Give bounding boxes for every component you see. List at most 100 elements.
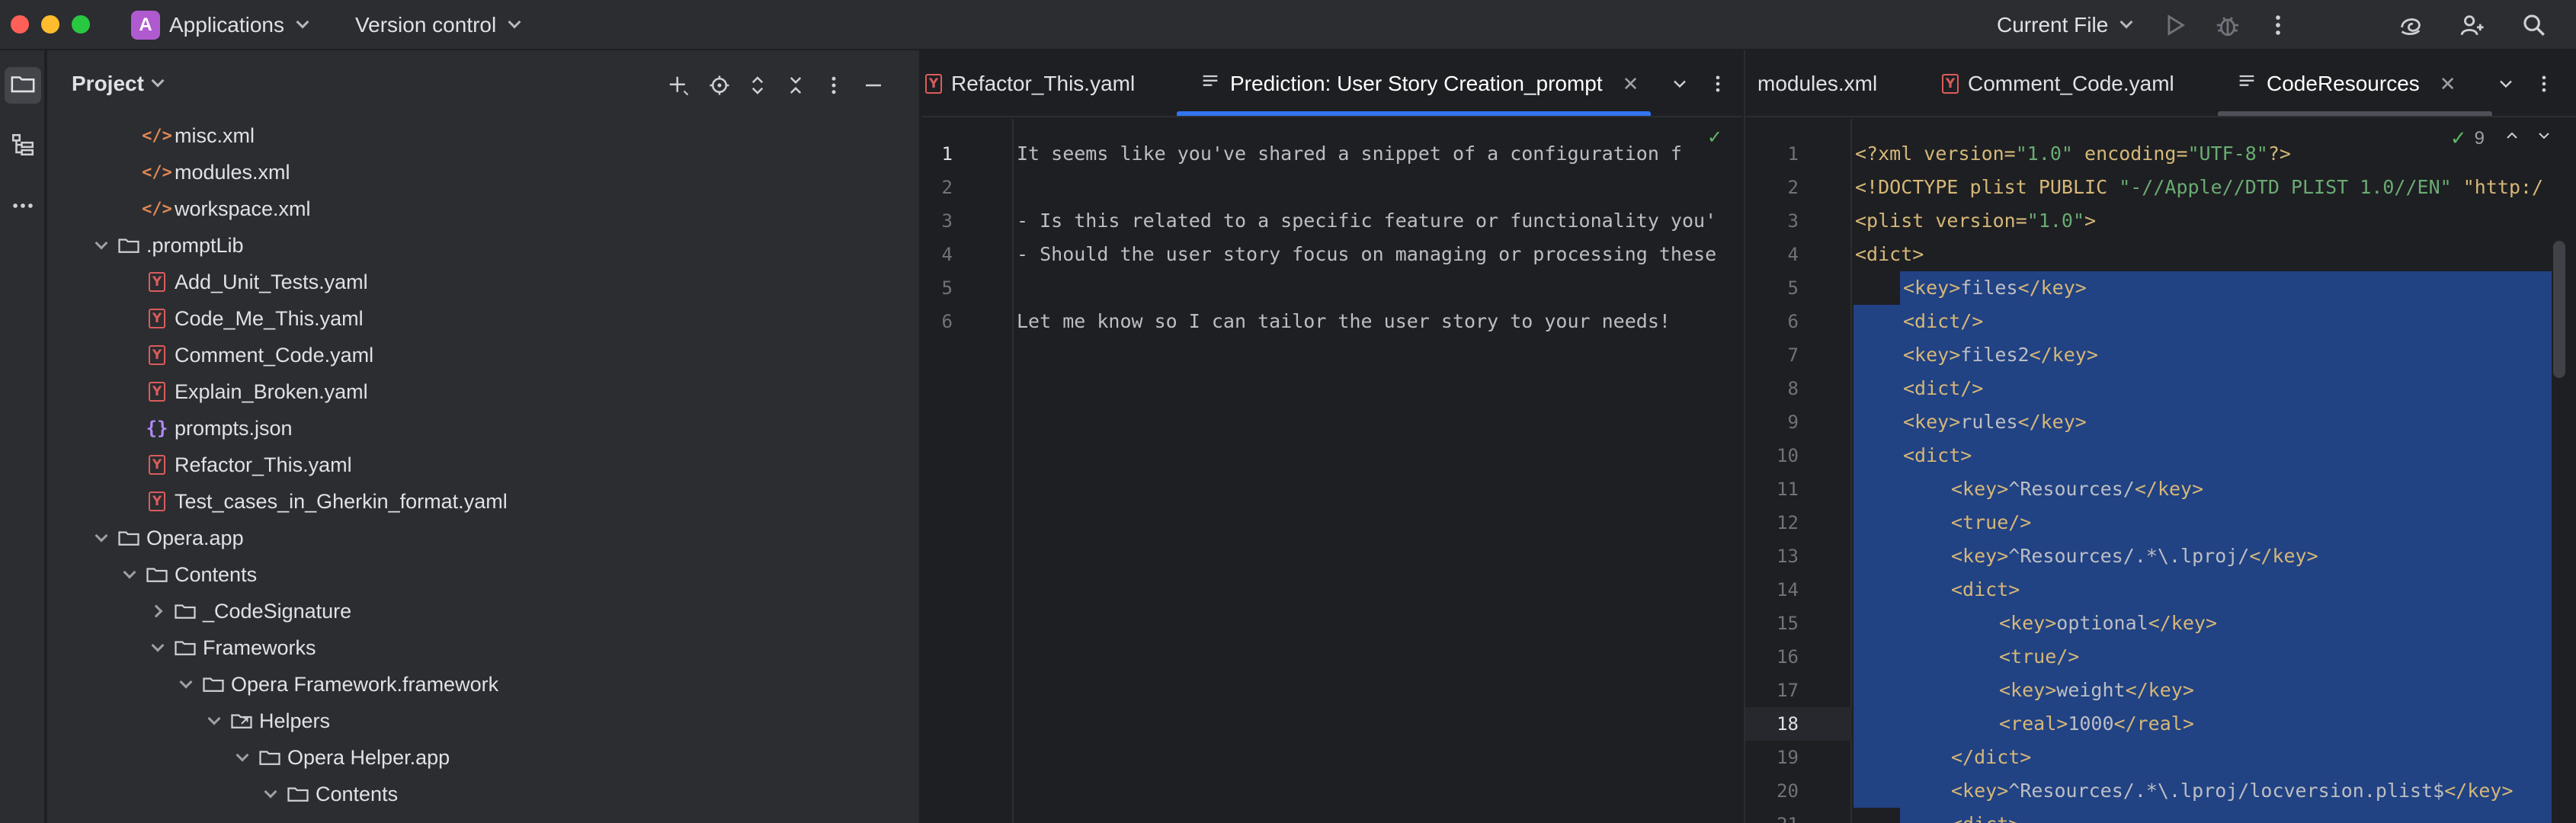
chevron-down-icon[interactable] <box>146 636 169 659</box>
add-user-icon[interactable] <box>2456 9 2488 41</box>
chevron-down-icon[interactable] <box>90 234 113 257</box>
tree-item-label: Opera Helper.app <box>287 745 450 769</box>
tab-list-chevron-icon[interactable] <box>2492 70 2520 98</box>
tree-folder[interactable]: Opera.app <box>90 520 244 556</box>
code-line: <dict> <box>1855 243 1924 265</box>
chevron-down-icon[interactable] <box>2535 126 2553 150</box>
tree-file[interactable]: </> modules.xml <box>118 154 290 191</box>
tree-file[interactable]: </> workspace.xml <box>118 191 310 227</box>
tree-file[interactable]: Y Explain_Broken.yaml <box>118 373 368 410</box>
code-line: <true/> <box>1951 511 2032 533</box>
line-number: 21 <box>1745 808 1799 823</box>
options-icon[interactable] <box>820 72 847 99</box>
project-switcher[interactable]: A Applications <box>131 0 309 50</box>
structure-tool-button[interactable] <box>5 128 41 165</box>
chevron-down-icon[interactable] <box>203 709 226 732</box>
check-icon: ✓ <box>2449 126 2467 149</box>
close-window-button[interactable] <box>11 15 29 34</box>
tree-folder[interactable]: _CodeSignature <box>146 593 351 629</box>
tree-file[interactable]: Y Refactor_This.yaml <box>118 447 352 483</box>
line-number: 17 <box>1777 680 1799 701</box>
code-line: <dict> <box>1951 808 2020 823</box>
tree-folder[interactable]: Opera Helper.app <box>231 739 450 776</box>
tree-folder[interactable]: Frameworks <box>146 629 316 666</box>
new-file-icon[interactable] <box>665 72 692 99</box>
line-number: 2 <box>1787 177 1799 198</box>
line-number: 1 <box>1787 143 1799 165</box>
folder-icon <box>146 563 168 586</box>
more-tools-button[interactable] <box>5 189 41 226</box>
tree-file[interactable]: Y Comment_Code.yaml <box>118 337 373 373</box>
chevron-down-icon[interactable] <box>90 527 113 549</box>
project-view-selector[interactable]: Project <box>72 72 165 96</box>
hide-panel-icon[interactable] <box>860 72 887 99</box>
title-bar: A Applications Version control Current F… <box>0 0 2576 50</box>
tree-item-label: Comment_Code.yaml <box>175 343 374 367</box>
project-tool-button[interactable] <box>5 67 41 104</box>
debug-icon[interactable] <box>2212 9 2244 41</box>
tree-folder[interactable]: .promptLib <box>90 227 244 264</box>
locate-file-icon[interactable] <box>706 72 733 99</box>
zoom-window-button[interactable] <box>72 15 90 34</box>
tab-label: Refactor_This.yaml <box>951 72 1136 95</box>
line-number: 1 <box>941 143 953 165</box>
tree-file[interactable]: Y Code_Me_This.yaml <box>118 300 364 337</box>
tree-file[interactable]: Y Add_Unit_Tests.yaml <box>118 264 368 300</box>
tree-item-label: .promptLib <box>146 233 244 257</box>
tree-file[interactable]: {} prompts.json <box>118 410 293 447</box>
code-line: <key>weight</key> <box>1999 679 2194 701</box>
run-config-label: Current File <box>1997 13 2109 37</box>
editor-pane-coderesources: modules.xml Y Comment_Code.yaml CodeReso… <box>1744 50 2576 823</box>
tab-prediction-user-story[interactable]: Prediction: User Story Creation_prompt ✕ <box>1200 50 1639 117</box>
run-config-selector[interactable]: Current File <box>1997 0 2133 50</box>
ai-assistant-icon[interactable] <box>2395 9 2427 41</box>
vertical-scrollbar[interactable] <box>2553 241 2565 378</box>
tab-coderesources[interactable]: CodeResources ✕ <box>2236 50 2456 117</box>
more-actions-icon[interactable] <box>2262 9 2294 41</box>
tab-modules-xml[interactable]: modules.xml <box>1757 50 1877 117</box>
folder-icon <box>117 527 140 549</box>
chevron-down-icon <box>151 74 165 88</box>
tree-item-label: Explain_Broken.yaml <box>175 379 368 403</box>
collapse-all-icon[interactable] <box>782 72 809 99</box>
inspection-widget[interactable]: ✓ 9 <box>2450 126 2553 150</box>
chevron-right-icon[interactable] <box>146 600 169 623</box>
close-icon[interactable]: ✕ <box>2440 72 2456 96</box>
vcs-menu[interactable]: Version control <box>355 0 521 50</box>
tree-folder[interactable]: Contents <box>259 776 398 812</box>
expand-all-icon[interactable] <box>744 72 771 99</box>
chevron-up-icon[interactable] <box>2503 126 2521 150</box>
tab-options-icon[interactable] <box>2530 70 2558 98</box>
line-number: 6 <box>941 311 953 332</box>
tab-list-chevron-icon[interactable] <box>1666 70 1693 98</box>
search-icon[interactable] <box>2518 9 2550 41</box>
line-number: 4 <box>941 244 953 265</box>
tree-file[interactable]: Y Test_cases_in_Gherkin_format.yaml <box>118 483 508 520</box>
tree-folder[interactable]: Opera Framework.framework <box>175 666 498 703</box>
tab-options-icon[interactable] <box>1704 70 1732 98</box>
chevron-down-icon[interactable] <box>118 563 141 586</box>
code-line: <key>files</key> <box>1903 277 2087 299</box>
tree-item-label: Frameworks <box>203 636 316 659</box>
chevron-down-icon[interactable] <box>259 783 282 805</box>
project-badge: A <box>131 11 160 40</box>
minimize-window-button[interactable] <box>41 15 59 34</box>
tree-file[interactable]: </> misc.xml <box>118 117 255 154</box>
chevron-down-icon[interactable] <box>175 673 197 696</box>
line-number: 9 <box>1787 412 1799 433</box>
chevron-down-icon[interactable] <box>231 746 254 769</box>
folder-icon <box>117 234 140 257</box>
tree-folder[interactable]: Helpers <box>203 703 330 739</box>
tab-comment-code[interactable]: Y Comment_Code.yaml <box>1942 50 2174 117</box>
code-line: <key>optional</key> <box>1999 612 2217 634</box>
tab-refactor-this[interactable]: Y Refactor_This.yaml <box>925 50 1135 117</box>
tree-folder[interactable]: Contents <box>118 556 257 593</box>
text-selection <box>1854 305 1903 808</box>
folder-icon <box>202 673 225 696</box>
close-icon[interactable]: ✕ <box>1623 72 1639 96</box>
run-icon[interactable] <box>2158 9 2190 41</box>
line-number: 5 <box>1787 277 1799 299</box>
